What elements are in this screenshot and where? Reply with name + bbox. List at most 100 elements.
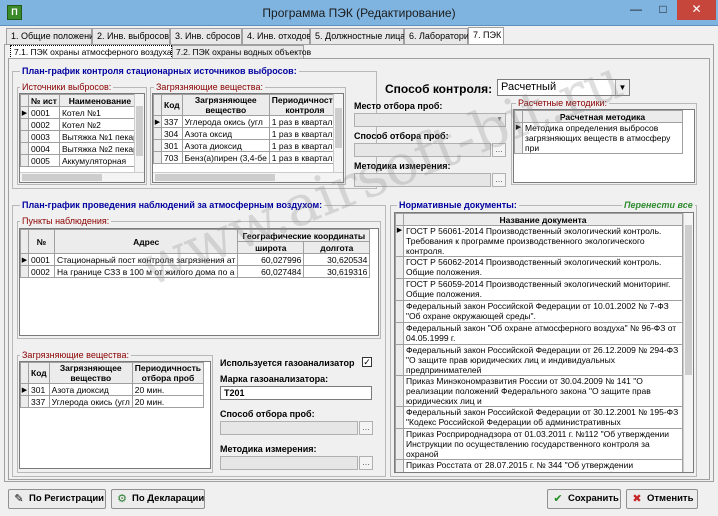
col-address[interactable]: Адрес [53,229,239,254]
close-button[interactable]: ✕ [677,0,716,20]
table-row[interactable]: ▶ ГОСТ Р 56061-2014 Производственный экол… [395,225,683,257]
table-row[interactable]: ГОСТ Р 56059-2014 Производственный эколо… [395,278,683,301]
tab-emissions[interactable]: 2. Инв. выбросов [92,28,170,45]
gas-analyzer-brand-field[interactable]: Т201 [220,386,372,400]
row-pointer-icon: ▶ [514,122,523,154]
pencil-icon: ✎ [14,493,24,505]
col-source-no[interactable]: № ист [28,94,60,107]
row-pointer-icon: ▶ [153,115,162,128]
table-row[interactable]: Федеральный закон Российской Федерации о… [395,406,683,429]
col-document-name[interactable]: Название документа [403,213,683,226]
tab-waste[interactable]: 4. Инв. отходов [242,28,311,45]
table-row[interactable]: 0005 Аккумуляторная [20,154,141,167]
stationary-pollutants-title: Загрязняющие вещества: [154,82,265,92]
row-pointer-icon: ▶ [20,253,29,266]
stationary-pollutants-vscroll[interactable] [333,94,343,172]
chevron-down-icon: ▼ [615,80,629,95]
cancel-button[interactable]: ✖ Отменить [626,489,698,509]
observation-pollutants-grid[interactable]: Код Загрязняющее вещество Периодичность … [19,361,211,469]
calc-methods-grid[interactable]: Расчетная методика ▶ Методика определени… [513,109,695,183]
col-sampling-period[interactable]: Периодичность отбора проб [131,362,205,384]
control-method-select[interactable]: Расчетный ▼ [497,79,630,96]
obs-measurement-method-field[interactable] [220,456,358,470]
chevron-down-icon: ▼ [496,116,503,123]
col-pollutant[interactable]: Загрязняющее вещество [181,94,270,116]
col-calc-method[interactable]: Расчетная методика [522,110,683,123]
table-row[interactable]: Приказ Минэкономразвития России от 30.04… [395,375,683,407]
tab-general[interactable]: 1. Общие положения [6,28,99,45]
table-row[interactable]: ▶ 337 Углерода окись (угл 1 раз в квартал [153,115,342,128]
sampling-method-label: Способ отбора проб: [354,131,449,141]
stationary-pollutants-grid[interactable]: Код Загрязняющее вещество Периодичность … [152,93,344,183]
table-row[interactable]: ▶ 301 Азота диоксид 20 мин. [20,383,205,396]
table-row[interactable]: ГОСТ Р 56062-2014 Производственный эколо… [395,256,683,279]
col-point-no[interactable]: № [28,229,55,254]
gas-analyzer-label: Используется газоанализатор [220,358,355,368]
table-row[interactable]: ▶ 0001 Стационарный пост контроля загрязне… [20,253,371,266]
table-row[interactable]: 0004 Вытяжка №2 пекар [20,142,141,155]
gas-analyzer-brand-label: Марка газоанализатора: [220,374,329,384]
table-row[interactable]: 337 Углерода окись (угл 20 мин. [20,395,205,408]
sources-grid[interactable]: № ист Наименование ▶ 0001 Котел №1 0002 Кот… [19,93,145,183]
row-pointer-icon: ▶ [395,225,404,257]
table-row[interactable]: Федеральный закон Российской Федерации о… [395,300,683,323]
row-pointer-icon: ▶ [20,383,29,396]
tab-discharges[interactable]: 3. Инв. сбросов [170,28,242,45]
table-row[interactable]: ▶ Методика определения выбросов загрязня… [514,122,683,154]
table-row[interactable]: Приказ Росприроднадзора от 01.03.2011 г.… [395,428,683,460]
sampling-place-select[interactable]: ▼ [354,113,506,127]
tab-labs[interactable]: 6. Лаборатории [404,28,474,45]
col-latitude[interactable]: широта [237,241,305,254]
table-row[interactable]: ▶ 0001 Котел №1 [20,106,141,119]
calc-methods-title: Расчетные методики: [516,98,610,108]
table-row[interactable]: 301 Азота диоксид 1 раз в квартал [153,139,342,152]
transfer-all-link[interactable]: Перенести все [622,200,695,210]
table-row[interactable]: Федеральный закон Российской Федерации о… [395,344,683,376]
obs-measurement-method-browse-button[interactable]: ... [359,456,373,470]
col-longitude[interactable]: долгота [303,241,371,254]
col-code[interactable]: Код [161,94,183,116]
checkmark-icon: ✔ [553,493,563,505]
col-geo-coords[interactable]: Географические координаты [237,229,371,242]
measurement-method-browse-button[interactable]: ... [492,173,506,187]
obs-sampling-method-field[interactable] [220,421,358,435]
col-periodicity[interactable]: Периодичность контроля [268,94,342,116]
close-icon: ✖ [632,493,642,505]
table-row[interactable]: 0002 Котел №2 [20,118,141,131]
observation-points-grid[interactable]: № Адрес Географические координаты широта… [19,228,379,336]
gear-icon: ⚙ [117,493,127,505]
sources-vscroll[interactable] [134,94,144,172]
minimize-button[interactable]: — [623,0,649,20]
normative-docs-vscroll[interactable] [683,213,693,472]
table-row[interactable]: Приказ Росстата от 28.07.2015 г. № 344 "… [395,459,683,472]
by-declaration-button[interactable]: ⚙ По Декларации [111,489,205,509]
table-row[interactable]: 304 Азота оксид 1 раз в квартал [153,127,342,140]
table-row[interactable]: 703 Бенз(а)пирен (3,4-бе 1 раз в квартал [153,151,342,164]
normative-docs-grid[interactable]: Название документа ▶ ГОСТ Р 56061-2014 Пр… [394,212,694,473]
save-button[interactable]: ✔ Сохранить [547,489,621,509]
control-method-label: Способ контроля: [385,82,493,96]
obs-measurement-method-label: Методика измерения: [220,444,317,454]
col-pollutant[interactable]: Загрязняющее вещество [48,362,133,384]
obs-sampling-method-browse-button[interactable]: ... [359,421,373,435]
measurement-method-label: Методика измерения: [354,161,451,171]
title-bar: П Программа ПЭК (Редактирование) — □ ✕ [0,0,718,26]
sources-subgroup-title: Источники выбросов: [20,82,114,92]
by-registration-button[interactable]: ✎ По Регистрации [8,489,106,509]
table-row[interactable]: Федеральный закон "Об охране атмосферног… [395,322,683,345]
col-source-name[interactable]: Наименование [58,94,141,107]
measurement-method-field[interactable] [354,173,491,187]
sampling-method-field[interactable] [354,143,491,157]
sampling-place-label: Место отбора проб: [354,101,443,111]
sampling-method-browse-button[interactable]: ... [492,143,506,157]
gas-analyzer-checkbox[interactable]: ✓ [362,357,372,367]
sources-hscroll[interactable] [20,172,144,182]
tab-officials[interactable]: 5. Должностные лица [310,28,405,45]
stationary-pollutants-hscroll[interactable] [153,172,343,182]
maximize-button[interactable]: □ [650,0,676,20]
table-row[interactable]: 0002 На границе СЗЗ в 100 м от жилого дом… [20,265,371,278]
col-code[interactable]: Код [28,362,50,384]
table-row[interactable]: 0003 Вытяжка №1 пекар [20,130,141,143]
tab-air-protection[interactable]: 7.1. ПЭК охраны атмосферного воздуха [10,45,172,59]
tab-water-protection[interactable]: 7.2. ПЭК охраны водных объектов [172,45,311,59]
